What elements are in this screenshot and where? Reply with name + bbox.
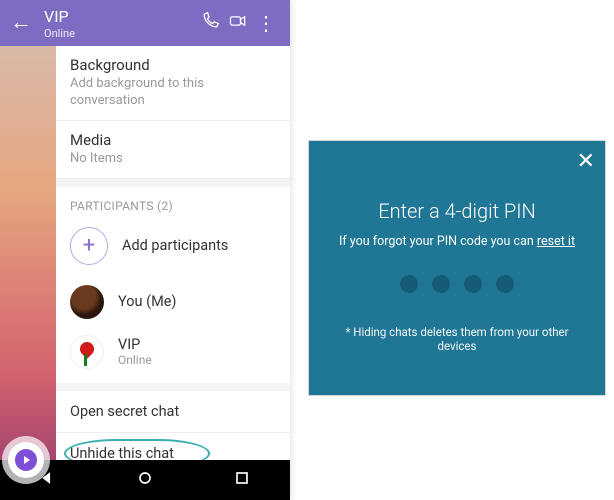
pin-input[interactable] bbox=[327, 275, 587, 293]
dialog-hint: If you forgot your PIN code you can rese… bbox=[327, 233, 587, 251]
chat-status: Online bbox=[44, 27, 196, 40]
pin-dialog: ✕ Enter a 4-digit PIN If you forgot your… bbox=[308, 140, 606, 396]
record-fab[interactable] bbox=[8, 442, 44, 478]
android-navbar bbox=[0, 460, 290, 500]
dialog-hint-text: If you forgot your PIN code you can bbox=[339, 234, 537, 249]
chat-wallpaper-strip bbox=[0, 46, 56, 460]
avatar bbox=[70, 335, 104, 369]
participant-row[interactable]: You (Me) bbox=[56, 277, 290, 327]
back-icon[interactable]: ← bbox=[10, 12, 32, 34]
nav-home-icon[interactable] bbox=[135, 468, 155, 492]
participant-name: VIP bbox=[118, 336, 152, 353]
close-icon[interactable]: ✕ bbox=[577, 149, 595, 174]
voice-call-icon[interactable] bbox=[196, 11, 224, 36]
nav-back-icon[interactable] bbox=[38, 468, 58, 492]
participant-row[interactable]: VIP Online bbox=[56, 327, 290, 383]
chat-info-panel: Background Add background to this conver… bbox=[56, 46, 290, 460]
pin-dot bbox=[400, 275, 418, 293]
background-setting[interactable]: Background Add background to this conver… bbox=[56, 46, 290, 121]
background-sub: Add background to this conversation bbox=[70, 76, 276, 110]
nav-recent-icon[interactable] bbox=[232, 468, 252, 492]
media-title: Media bbox=[70, 131, 276, 149]
media-setting[interactable]: Media No Items bbox=[56, 121, 290, 179]
participant-status: Online bbox=[118, 353, 152, 367]
dialog-footer: * Hiding chats deletes them from your ot… bbox=[327, 325, 587, 353]
pin-dot bbox=[432, 275, 450, 293]
add-participants-label: Add participants bbox=[122, 237, 228, 254]
unhide-this-chat[interactable]: Unhide this chat bbox=[56, 433, 290, 460]
dialog-heading: Enter a 4-digit PIN bbox=[327, 199, 587, 223]
chat-title-block[interactable]: VIP Online bbox=[44, 7, 196, 40]
more-icon[interactable]: ⋮ bbox=[252, 11, 280, 35]
chat-topbar: ← VIP Online ⋮ bbox=[0, 0, 290, 46]
avatar bbox=[70, 285, 104, 319]
open-secret-chat[interactable]: Open secret chat bbox=[56, 391, 290, 433]
chat-title: VIP bbox=[44, 7, 196, 26]
add-participants-row[interactable]: + Add participants bbox=[56, 219, 290, 277]
participants-header: PARTICIPANTS (2) bbox=[56, 179, 290, 219]
participant-name: You (Me) bbox=[118, 293, 176, 310]
phone-frame: ← VIP Online ⋮ Background Add background… bbox=[0, 0, 290, 500]
reset-pin-link[interactable]: reset it bbox=[537, 234, 575, 249]
pin-dot bbox=[496, 275, 514, 293]
video-call-icon[interactable] bbox=[224, 11, 252, 36]
plus-icon[interactable]: + bbox=[70, 227, 108, 265]
pin-dot bbox=[464, 275, 482, 293]
play-icon bbox=[15, 449, 37, 471]
background-title: Background bbox=[70, 56, 276, 74]
media-sub: No Items bbox=[70, 151, 276, 168]
